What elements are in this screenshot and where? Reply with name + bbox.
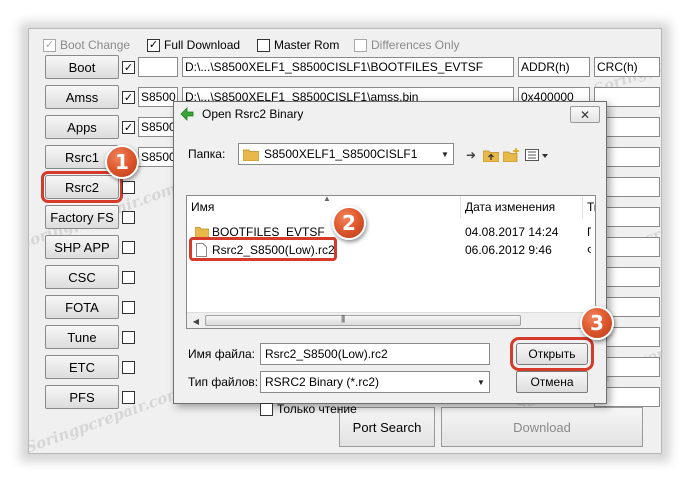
scrollbar-thumb[interactable] [205,315,521,326]
boot-change-label: Boot Change [60,38,131,52]
folder-icon [243,149,259,161]
rsrc1-prefix-field: S8500 [138,147,178,167]
open-button[interactable]: Открыть [510,337,594,371]
boot-button[interactable]: Boot [45,55,119,79]
filename-input[interactable]: Rsrc2_S8500(Low).rc2 [260,343,490,365]
readonly-label: Только чтение [277,402,357,416]
step-badge-2: 2 [332,206,366,240]
dialog-title: Open Rsrc2 Binary [202,107,304,121]
boot-checkbox[interactable]: ✓ [122,61,135,74]
apps-checkbox[interactable]: ✓ [122,121,135,134]
full-download-label: Full Download [164,38,241,52]
boot-prefix-field [138,57,178,77]
folder-label: Папка: [188,147,226,161]
view-menu-icon[interactable] [524,146,550,164]
fota-checkbox[interactable] [122,301,135,314]
boot-addr-field: ADDR(h) [518,57,590,77]
column-header-type[interactable]: Ти [583,196,595,218]
master-rom-checkbox[interactable] [257,38,270,52]
factory-fs-button[interactable]: Factory FS [45,205,119,229]
rsrc2-checkbox[interactable] [122,181,135,194]
amss-prefix-field: S8500 [138,87,178,107]
apps-button[interactable]: Apps [45,115,119,139]
sort-arrow-icon: ▲ [323,195,331,203]
differences-only-checkbox [354,38,367,52]
file-highlight [189,237,337,261]
chevron-down-icon: ▼ [477,377,485,387]
file-list: Имя ▲ Дата изменения Ти BOOTFILES_EVTSF … [186,195,596,329]
back-arrow-icon [180,107,194,121]
odin-window: Soringpcrepair.com Soringpcrepair.com So… [28,28,662,454]
boot-crc-field: CRC(h) [594,57,660,77]
boot-path-field: D:\...\S8500XELF1_S8500CISLF1\BOOTFILES_… [182,57,514,77]
pfs-button[interactable]: PFS [45,385,119,409]
file-date: 06.06.2012 9:46 [465,243,552,257]
cancel-button[interactable]: Отмена [516,371,588,393]
scrollbar-grip: ||| [341,314,345,323]
etc-checkbox[interactable] [122,361,135,374]
back-icon[interactable]: ➜ [462,146,480,164]
rsrc2-button[interactable]: Rsrc2 [41,171,123,203]
horizontal-scrollbar[interactable]: ◀ ||| ▶ [187,312,595,328]
tune-checkbox[interactable] [122,331,135,344]
full-download-checkbox[interactable]: ✓ [147,38,160,52]
amss-button[interactable]: Amss [45,85,119,109]
dialog-titlebar: Open Rsrc2 Binary ✕ [174,102,606,126]
chevron-down-icon: ▼ [441,149,449,159]
download-button: Download [441,407,643,447]
column-header-date[interactable]: Дата изменения [461,196,583,218]
folder-value: S8500XELF1_S8500CISLF1 [264,147,418,161]
filetype-label: Тип файлов: [188,375,259,389]
readonly-option[interactable]: Только чтение [260,402,357,416]
new-folder-icon[interactable] [502,146,520,164]
open-file-dialog: Open Rsrc2 Binary ✕ Папка: S8500XELF1_S8… [173,101,614,416]
amss-checkbox[interactable]: ✓ [122,91,135,104]
filetype-dropdown[interactable]: RSRC2 Binary (*.rc2) ▼ [260,371,490,393]
etc-button[interactable]: ETC [45,355,119,379]
option-full-download[interactable]: ✓ Full Download [147,37,240,53]
step-badge-1: 1 [105,145,139,179]
folder-dropdown[interactable]: S8500XELF1_S8500CISLF1 ▼ [238,143,454,165]
file-date: 04.08.2017 14:24 [465,225,559,239]
master-rom-label: Master Rom [274,38,340,52]
apps-prefix-field: S8500 [138,117,178,137]
tune-button[interactable]: Tune [45,325,119,349]
shp-app-button[interactable]: SHP APP [45,235,119,259]
step-badge-3: 3 [580,306,614,340]
shp-app-checkbox[interactable] [122,241,135,254]
filetype-value: RSRC2 Binary (*.rc2) [265,375,380,389]
fota-button[interactable]: FOTA [45,295,119,319]
factory-fs-checkbox[interactable] [122,211,135,224]
file-type: П [587,223,591,241]
option-master-rom[interactable]: Master Rom [257,37,339,53]
up-folder-icon[interactable] [482,146,500,164]
option-boot-change: ✓ Boot Change [43,37,130,53]
option-differences-only: Differences Only [354,37,459,53]
filename-label: Имя файла: [188,347,255,361]
readonly-checkbox[interactable] [260,402,273,416]
csc-checkbox[interactable] [122,271,135,284]
close-icon[interactable]: ✕ [570,106,600,123]
boot-change-checkbox: ✓ [43,38,56,52]
scroll-left-icon[interactable]: ◀ [189,315,203,327]
differences-only-label: Differences Only [371,38,460,52]
csc-button[interactable]: CSC [45,265,119,289]
file-type: Ф [587,241,591,259]
pfs-checkbox[interactable] [122,391,135,404]
